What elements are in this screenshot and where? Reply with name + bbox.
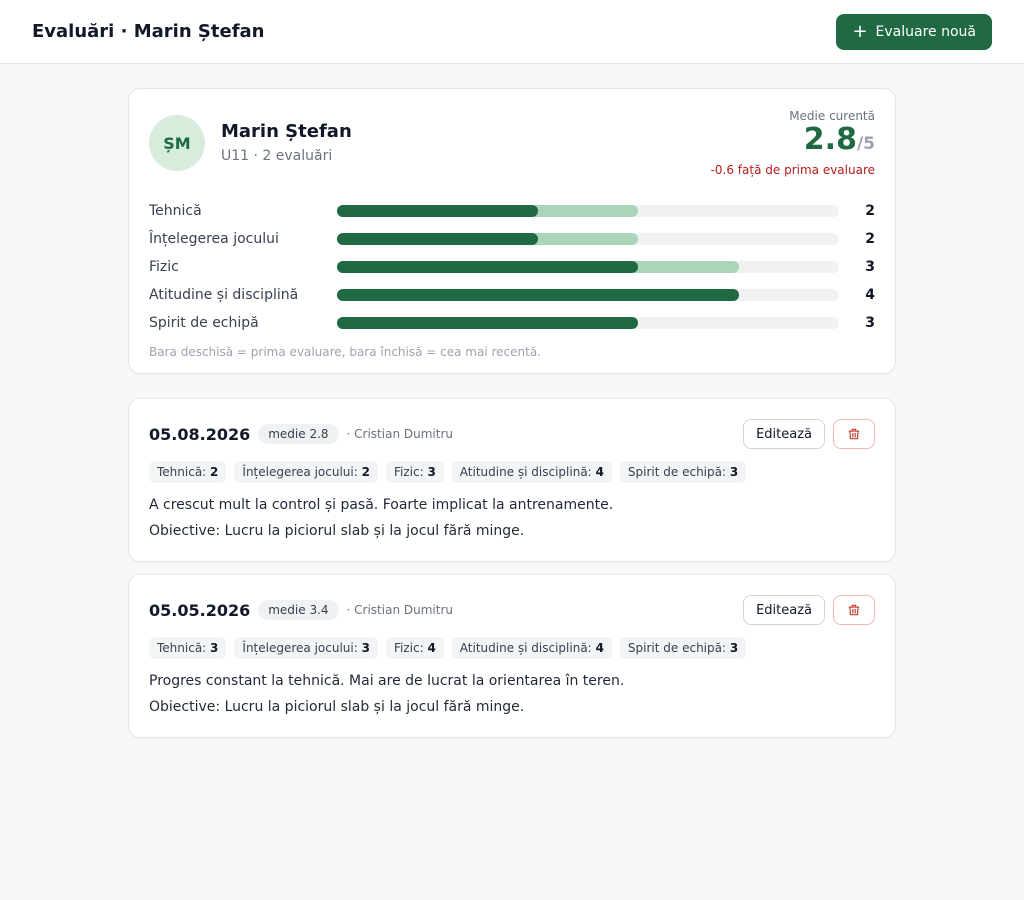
recent-eval-fill <box>337 205 538 217</box>
coach-name: · Cristian Dumitru <box>346 427 453 441</box>
criteria-value: 3 <box>865 259 875 275</box>
criteria-bar-row: Tehnică 2 <box>149 197 875 225</box>
plus-icon: + <box>852 20 868 42</box>
criteria-label: Tehnică <box>149 203 202 219</box>
top-bar: Evaluări · Marin Ștefan + Evaluare nouă <box>0 0 1024 64</box>
bar-track <box>337 261 839 273</box>
recent-eval-fill <box>337 317 639 329</box>
trash-icon <box>848 604 860 616</box>
evaluation-card: 05.08.2026 medie 2.8 · Cristian Dumitru … <box>128 398 896 562</box>
bar-track <box>337 317 839 329</box>
criteria-value: 2 <box>865 231 875 247</box>
score-chip: Tehnică: 3 <box>149 637 227 659</box>
average-label: Medie curentă <box>789 109 875 123</box>
recent-eval-fill <box>337 233 538 245</box>
avatar: ȘM <box>149 115 205 171</box>
score-chip: Înțelegerea jocului: 3 <box>234 637 378 659</box>
average-block: Medie curentă 2.8/5 -0.6 față de prima e… <box>711 109 875 177</box>
criteria-bar-row: Înțelegerea jocului 2 <box>149 225 875 253</box>
page-title: Evaluări · Marin Ștefan <box>32 21 265 42</box>
evaluations-list: 05.08.2026 medie 2.8 · Cristian Dumitru … <box>128 398 896 738</box>
evaluation-objectives: Obiective: Lucru la piciorul slab și la … <box>149 699 875 715</box>
score-chip: Fizic: 3 <box>385 461 444 483</box>
recent-eval-fill <box>337 261 639 273</box>
edit-button[interactable]: Editează <box>743 595 825 625</box>
score-chip: Spirit de echipă: 3 <box>619 461 747 483</box>
bar-track <box>337 205 839 217</box>
score-chip: Atitudine și disciplină: 4 <box>451 637 612 659</box>
score-chip: Spirit de echipă: 3 <box>619 637 747 659</box>
criteria-label: Înțelegerea jocului <box>149 231 279 247</box>
delete-button[interactable] <box>833 419 875 449</box>
evaluation-card: 05.05.2026 medie 3.4 · Cristian Dumitru … <box>128 574 896 738</box>
criteria-value: 3 <box>865 315 875 331</box>
main-content: ȘM Marin Ștefan U11 · 2 evaluări Medie c… <box>128 88 896 738</box>
criteria-value: 2 <box>865 203 875 219</box>
criteria-bars: Tehnică 2 Înțelegerea jocului 2 Fizic 3 … <box>149 197 875 359</box>
average-badge: medie 3.4 <box>258 600 339 620</box>
criteria-bar-row: Spirit de echipă 3 <box>149 309 875 337</box>
objectives-label: Obiective: <box>149 699 221 715</box>
average-delta: -0.6 față de prima evaluare <box>710 163 875 177</box>
trash-icon <box>848 428 860 440</box>
new-evaluation-label: Evaluare nouă <box>875 23 976 40</box>
bars-legend-note: Bara deschisă = prima evaluare, bara înc… <box>149 345 542 359</box>
coach-name: · Cristian Dumitru <box>346 603 453 617</box>
criteria-label: Atitudine și disciplină <box>149 287 299 303</box>
evaluation-comment: A crescut mult la control și pasă. Foart… <box>149 497 614 513</box>
player-name: Marin Ștefan <box>221 121 352 142</box>
criteria-bar-row: Fizic 3 <box>149 253 875 281</box>
average-value: 2.8 <box>803 122 857 157</box>
recent-eval-fill <box>337 289 739 301</box>
player-subtitle: U11 · 2 evaluări <box>221 148 333 164</box>
average-scale: /5 <box>856 134 875 154</box>
score-chip: Atitudine și disciplină: 4 <box>451 461 612 483</box>
new-evaluation-button[interactable]: + Evaluare nouă <box>836 13 992 50</box>
delete-button[interactable] <box>833 595 875 625</box>
criteria-bar-row: Atitudine și disciplină 4 <box>149 281 875 309</box>
bar-track <box>337 289 839 301</box>
bar-track <box>337 233 839 245</box>
average-badge: medie 2.8 <box>258 424 339 444</box>
score-chips: Tehnică: 3 Înțelegerea jocului: 3 Fizic:… <box>149 637 875 659</box>
evaluation-date: 05.05.2026 <box>149 600 251 620</box>
criteria-label: Fizic <box>149 259 179 275</box>
objectives-text: Lucru la piciorul slab și la jocul fără … <box>224 523 525 539</box>
objectives-text: Lucru la piciorul slab și la jocul fără … <box>224 699 525 715</box>
criteria-label: Spirit de echipă <box>149 315 259 331</box>
player-summary-card: ȘM Marin Ștefan U11 · 2 evaluări Medie c… <box>128 88 896 374</box>
objectives-label: Obiective: <box>149 523 221 539</box>
criteria-value: 4 <box>865 287 875 303</box>
score-chips: Tehnică: 2 Înțelegerea jocului: 2 Fizic:… <box>149 461 875 483</box>
score-chip: Tehnică: 2 <box>149 461 227 483</box>
score-chip: Fizic: 4 <box>385 637 444 659</box>
evaluation-comment: Progres constant la tehnică. Mai are de … <box>149 673 625 689</box>
edit-button[interactable]: Editează <box>743 419 825 449</box>
evaluation-date: 05.08.2026 <box>149 424 251 444</box>
evaluation-objectives: Obiective: Lucru la piciorul slab și la … <box>149 523 875 539</box>
score-chip: Înțelegerea jocului: 2 <box>234 461 378 483</box>
